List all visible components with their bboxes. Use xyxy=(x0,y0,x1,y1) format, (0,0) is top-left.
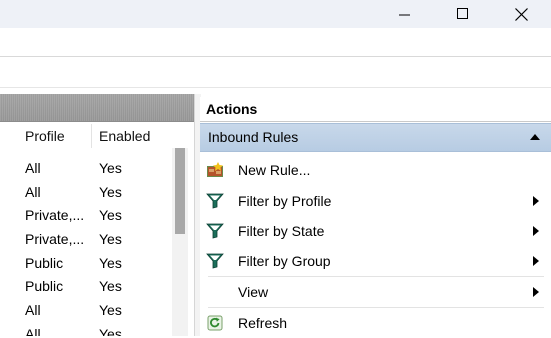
table-row[interactable]: Private,... Yes xyxy=(0,227,172,251)
profile-cell: All xyxy=(25,160,41,176)
maximize-icon xyxy=(457,8,468,19)
action-label: Filter by Profile xyxy=(238,193,332,209)
enabled-cell: Yes xyxy=(99,231,122,247)
minimize-icon xyxy=(399,14,410,16)
maximize-button[interactable] xyxy=(434,0,492,28)
rules-pane-header xyxy=(0,94,194,122)
submenu-arrow-icon xyxy=(533,256,539,266)
table-row[interactable]: Public Yes xyxy=(0,274,172,298)
table-row[interactable]: Public Yes xyxy=(0,251,172,275)
close-icon xyxy=(514,7,528,21)
column-header-profile[interactable]: Profile xyxy=(25,124,65,148)
action-refresh[interactable]: Refresh xyxy=(200,308,551,338)
profile-cell: All xyxy=(25,184,41,200)
action-label: View xyxy=(238,284,269,300)
scrollbar-thumb[interactable] xyxy=(175,148,185,234)
profile-cell: All xyxy=(25,302,41,318)
actions-title: Actions xyxy=(200,97,551,122)
action-label: Filter by State xyxy=(238,223,325,239)
table-row[interactable]: All Yes xyxy=(0,156,172,180)
vertical-scrollbar[interactable] xyxy=(172,148,188,336)
column-separator[interactable] xyxy=(91,124,92,148)
collapse-caret-icon[interactable] xyxy=(530,134,540,140)
action-filter-by-group[interactable]: Filter by Group xyxy=(200,246,551,276)
enabled-cell: Yes xyxy=(99,278,122,294)
menu-bar xyxy=(0,28,551,57)
filter-icon xyxy=(206,253,224,269)
submenu-arrow-icon xyxy=(533,226,539,236)
table-row[interactable]: All Yes xyxy=(0,322,172,336)
table-row[interactable]: All Yes xyxy=(0,298,172,322)
filter-icon xyxy=(206,193,224,209)
minimize-button[interactable] xyxy=(376,0,434,28)
submenu-arrow-icon xyxy=(533,287,539,297)
profile-cell: Private,... xyxy=(25,231,85,247)
enabled-cell: Yes xyxy=(99,160,122,176)
close-button[interactable] xyxy=(492,0,550,28)
enabled-cell: Yes xyxy=(99,302,122,318)
table-row[interactable]: All Yes xyxy=(0,180,172,204)
profile-cell: Public xyxy=(25,255,64,271)
section-title: Inbound Rules xyxy=(208,129,299,145)
profile-cell: All xyxy=(25,326,41,336)
enabled-cell: Yes xyxy=(99,184,122,200)
column-header-enabled[interactable]: Enabled xyxy=(99,124,150,148)
action-view[interactable]: View xyxy=(200,277,551,307)
title-bar xyxy=(0,0,551,28)
profile-cell: Public xyxy=(25,278,64,294)
table-row[interactable]: Private,... Yes xyxy=(0,203,172,227)
refresh-icon xyxy=(207,315,223,331)
action-filter-by-state[interactable]: Filter by State xyxy=(200,216,551,246)
enabled-cell: Yes xyxy=(99,255,122,271)
enabled-cell: Yes xyxy=(99,207,122,223)
enabled-cell: Yes xyxy=(99,326,122,336)
rules-list-pane: Profile Enabled All Yes All Yes Private,… xyxy=(0,94,194,336)
action-label: Refresh xyxy=(238,315,288,331)
filter-icon xyxy=(206,223,224,239)
action-new-rule[interactable]: New Rule... xyxy=(200,155,551,185)
actions-pane: Actions Inbound Rules New Rule... Filter… xyxy=(200,97,551,336)
action-filter-by-profile[interactable]: Filter by Profile xyxy=(200,186,551,216)
new-rule-icon xyxy=(207,162,223,177)
submenu-arrow-icon xyxy=(533,196,539,206)
toolbar xyxy=(0,57,551,87)
toolbar-divider xyxy=(0,87,551,88)
action-label: Filter by Group xyxy=(238,253,331,269)
inbound-rules-section-header[interactable]: Inbound Rules xyxy=(200,123,551,152)
action-label: New Rule... xyxy=(238,162,311,178)
profile-cell: Private,... xyxy=(25,207,85,223)
